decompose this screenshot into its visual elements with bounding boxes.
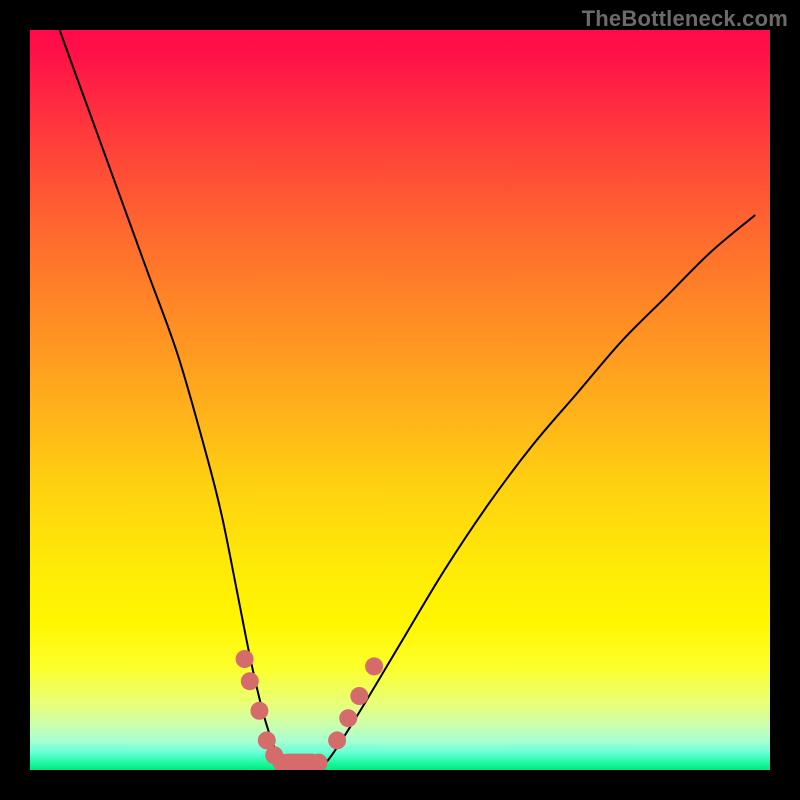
curve-marker — [328, 731, 346, 749]
curve-marker — [273, 754, 291, 770]
curve-marker — [302, 759, 320, 770]
curve-marker — [250, 702, 268, 720]
chart-frame: TheBottleneck.com — [0, 0, 800, 800]
curve-marker — [350, 687, 368, 705]
trough-capsule — [280, 754, 321, 770]
curve-markers — [236, 650, 384, 770]
curve-marker — [287, 761, 305, 770]
chart-svg — [30, 30, 770, 770]
curve-marker — [295, 761, 313, 770]
curve-marker — [339, 709, 357, 727]
watermark-text: TheBottleneck.com — [582, 6, 788, 32]
curve-marker — [241, 672, 259, 690]
plot-area — [30, 30, 770, 770]
curve-marker — [258, 731, 276, 749]
curve-marker — [365, 657, 383, 675]
curve-marker — [310, 754, 328, 770]
curve-marker — [280, 759, 298, 770]
curve-marker — [236, 650, 254, 668]
bottleneck-curve — [60, 30, 756, 770]
curve-marker — [265, 746, 283, 764]
